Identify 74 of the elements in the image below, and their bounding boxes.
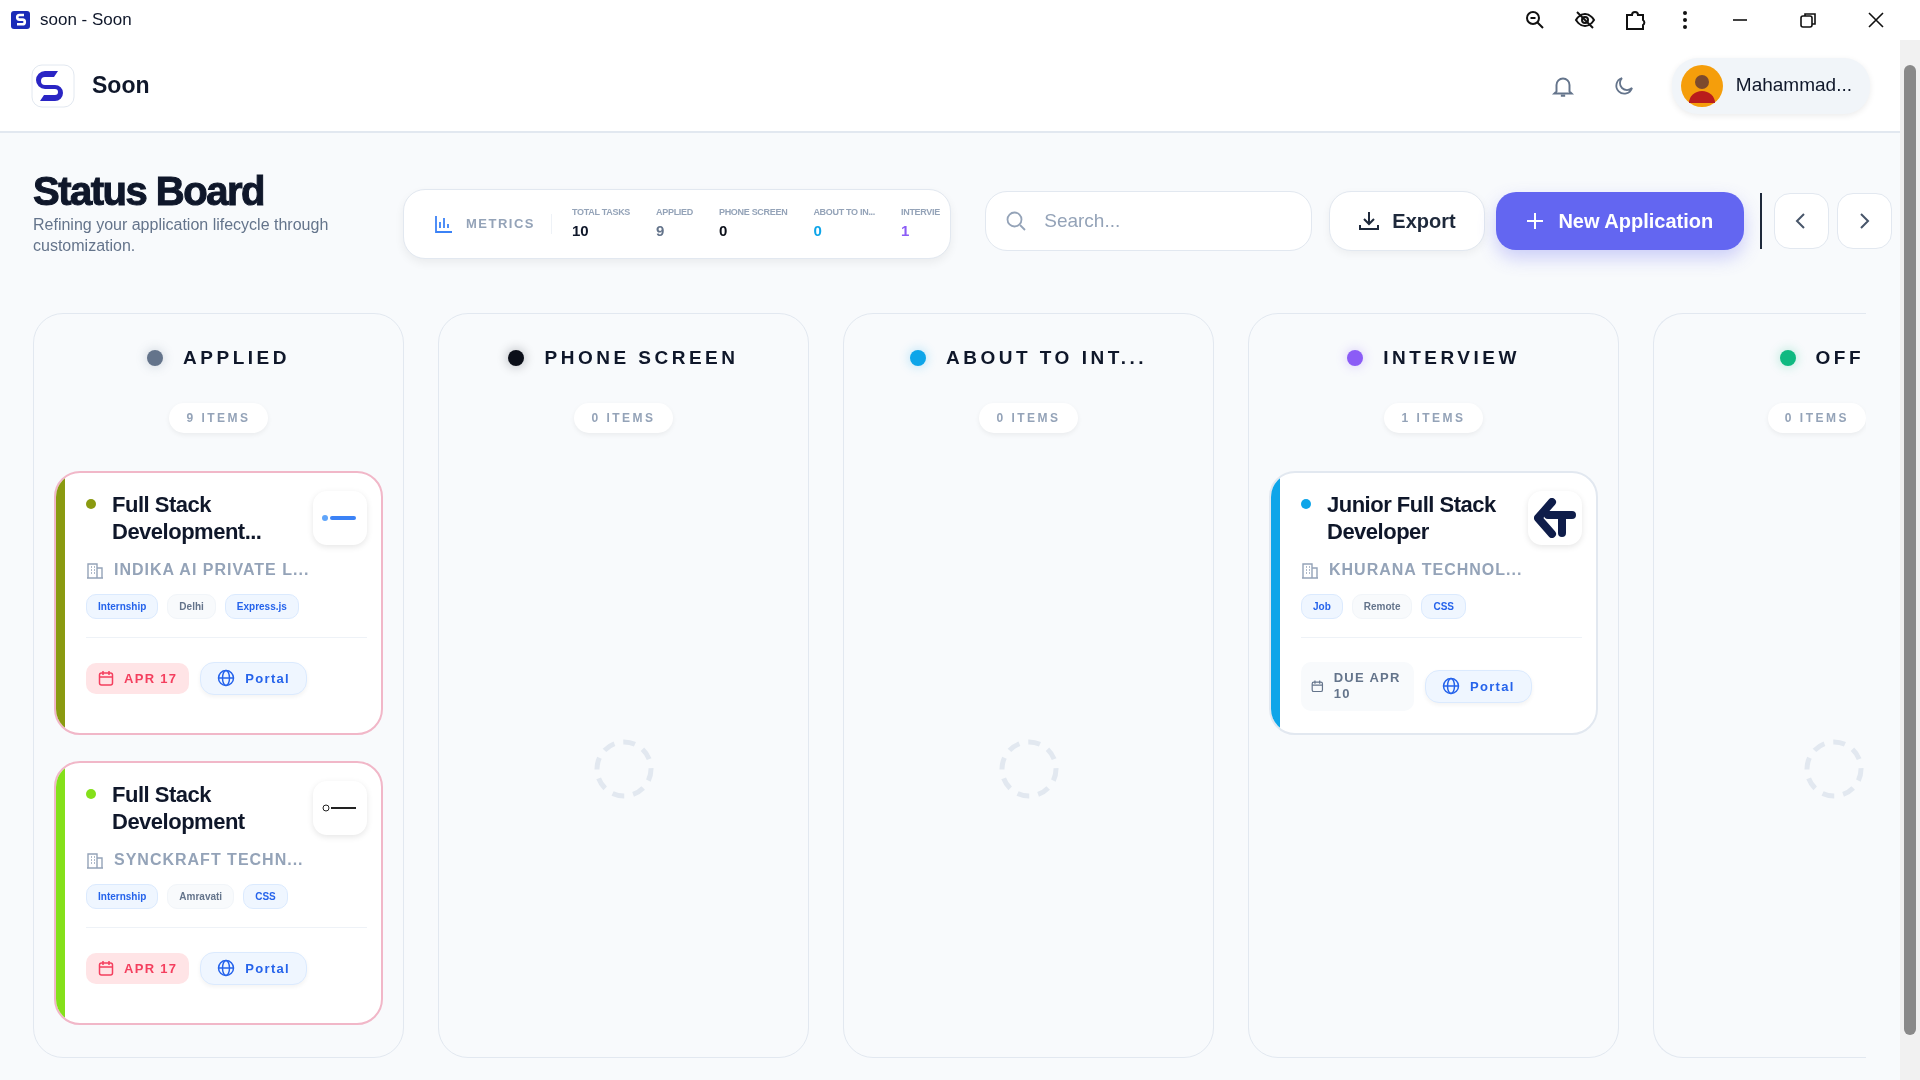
job-card[interactable]: Junior Full Stack Developer KHURANA TECHNOL... Job Remote CSS DUE APR 10 Portal (1269, 470, 1598, 735)
metric-value: 0 (718, 220, 729, 241)
portal-link[interactable]: Portal (200, 661, 307, 695)
portal-link[interactable]: Portal (200, 951, 307, 985)
due-date: APR 17 (86, 952, 190, 984)
tag: Internship (86, 883, 159, 909)
search-field[interactable]: Search... (985, 191, 1313, 251)
bar-chart-icon (434, 214, 454, 234)
job-card[interactable]: Full Stack Development SYNCKRAFT TECHN... Internship Amravati CSS APR 17 Portal (54, 760, 383, 1025)
item-count: 0 ITEMS (574, 402, 673, 433)
tag: Express.js (224, 593, 299, 619)
app-logo-icon[interactable] (30, 62, 76, 109)
company-name: KHURANA TECHNOL... (1329, 559, 1523, 580)
eye-off-icon[interactable] (1574, 9, 1596, 31)
tag: Amravati (167, 883, 235, 909)
column-title: ABOUT TO INT... (946, 346, 1147, 370)
building-icon (1301, 560, 1319, 579)
metric-label: INTERVIE (901, 206, 940, 219)
portal-link[interactable]: Portal (1425, 669, 1532, 704)
window-title: soon - Soon (40, 9, 132, 32)
due-date: DUE APR 10 (1301, 661, 1414, 712)
job-card[interactable]: Full Stack Development... INDIKA AI PRIVATE L... Internship Delhi Express.js APR 17 Portal (54, 470, 383, 735)
scrollbar-thumb[interactable] (1904, 65, 1916, 1035)
column-title: PHONE SCREEN (544, 346, 739, 370)
building-icon (86, 850, 104, 869)
metric-value: 0 (813, 220, 823, 241)
metric-label: APPLIED (656, 206, 693, 219)
column-title: APPLIED (183, 346, 290, 370)
item-count: 0 ITEMS (1767, 402, 1866, 433)
zoom-icon[interactable] (1524, 9, 1546, 31)
company-name: INDIKA AI PRIVATE L... (114, 559, 310, 580)
job-title: Junior Full Stack Developer (1327, 490, 1497, 546)
company-name: SYNCKRAFT TECHN... (114, 849, 304, 870)
metric-value: 1 (901, 220, 911, 241)
page-subtitle: Refining your application lifecycle through customization. (33, 215, 330, 256)
tag: Job (1301, 593, 1343, 619)
user-menu[interactable]: Mahammad... (1671, 57, 1870, 114)
metric-value: 9 (656, 220, 666, 241)
tag: Remote (1351, 593, 1413, 619)
job-title: Full Stack Development (112, 780, 246, 836)
job-title: Full Stack Development... (112, 490, 263, 546)
tag: CSS (243, 883, 288, 909)
tag: CSS (1421, 593, 1467, 619)
calendar-icon (98, 670, 114, 687)
extension-icon[interactable] (1624, 9, 1646, 31)
export-button[interactable]: Export (1329, 191, 1485, 251)
item-count: 0 ITEMS (979, 402, 1078, 433)
due-date: APR 17 (86, 662, 190, 694)
item-count: 1 ITEMS (1384, 402, 1483, 433)
search-icon (1005, 210, 1028, 232)
metric-value: 10 (572, 220, 590, 241)
globe-icon (217, 959, 236, 978)
plus-icon (1526, 212, 1545, 230)
item-count: 9 ITEMS (169, 402, 268, 433)
app-favicon-icon (10, 9, 32, 31)
new-application-button[interactable]: New Application (1495, 192, 1744, 250)
tag: Internship (86, 593, 159, 619)
tag: Delhi (167, 593, 216, 619)
scrollbar[interactable] (1900, 40, 1920, 1080)
page-title: Status Board (33, 169, 265, 213)
building-icon (86, 560, 104, 579)
column-title: OFF (1815, 346, 1864, 370)
avatar-icon (1679, 63, 1724, 108)
app-name: Soon (92, 71, 150, 101)
calendar-icon (98, 960, 114, 977)
metric-label: ABOUT TO IN... (813, 206, 875, 219)
metrics-label: METRICS (466, 214, 552, 234)
download-icon (1358, 210, 1381, 232)
metric-label: PHONE SCREEN (718, 206, 788, 219)
calendar-icon (1311, 678, 1324, 695)
column-title: INTERVIEW (1383, 346, 1520, 370)
metric-label: TOTAL TASKS (572, 206, 631, 219)
globe-icon (217, 669, 236, 688)
globe-icon (1442, 677, 1460, 696)
